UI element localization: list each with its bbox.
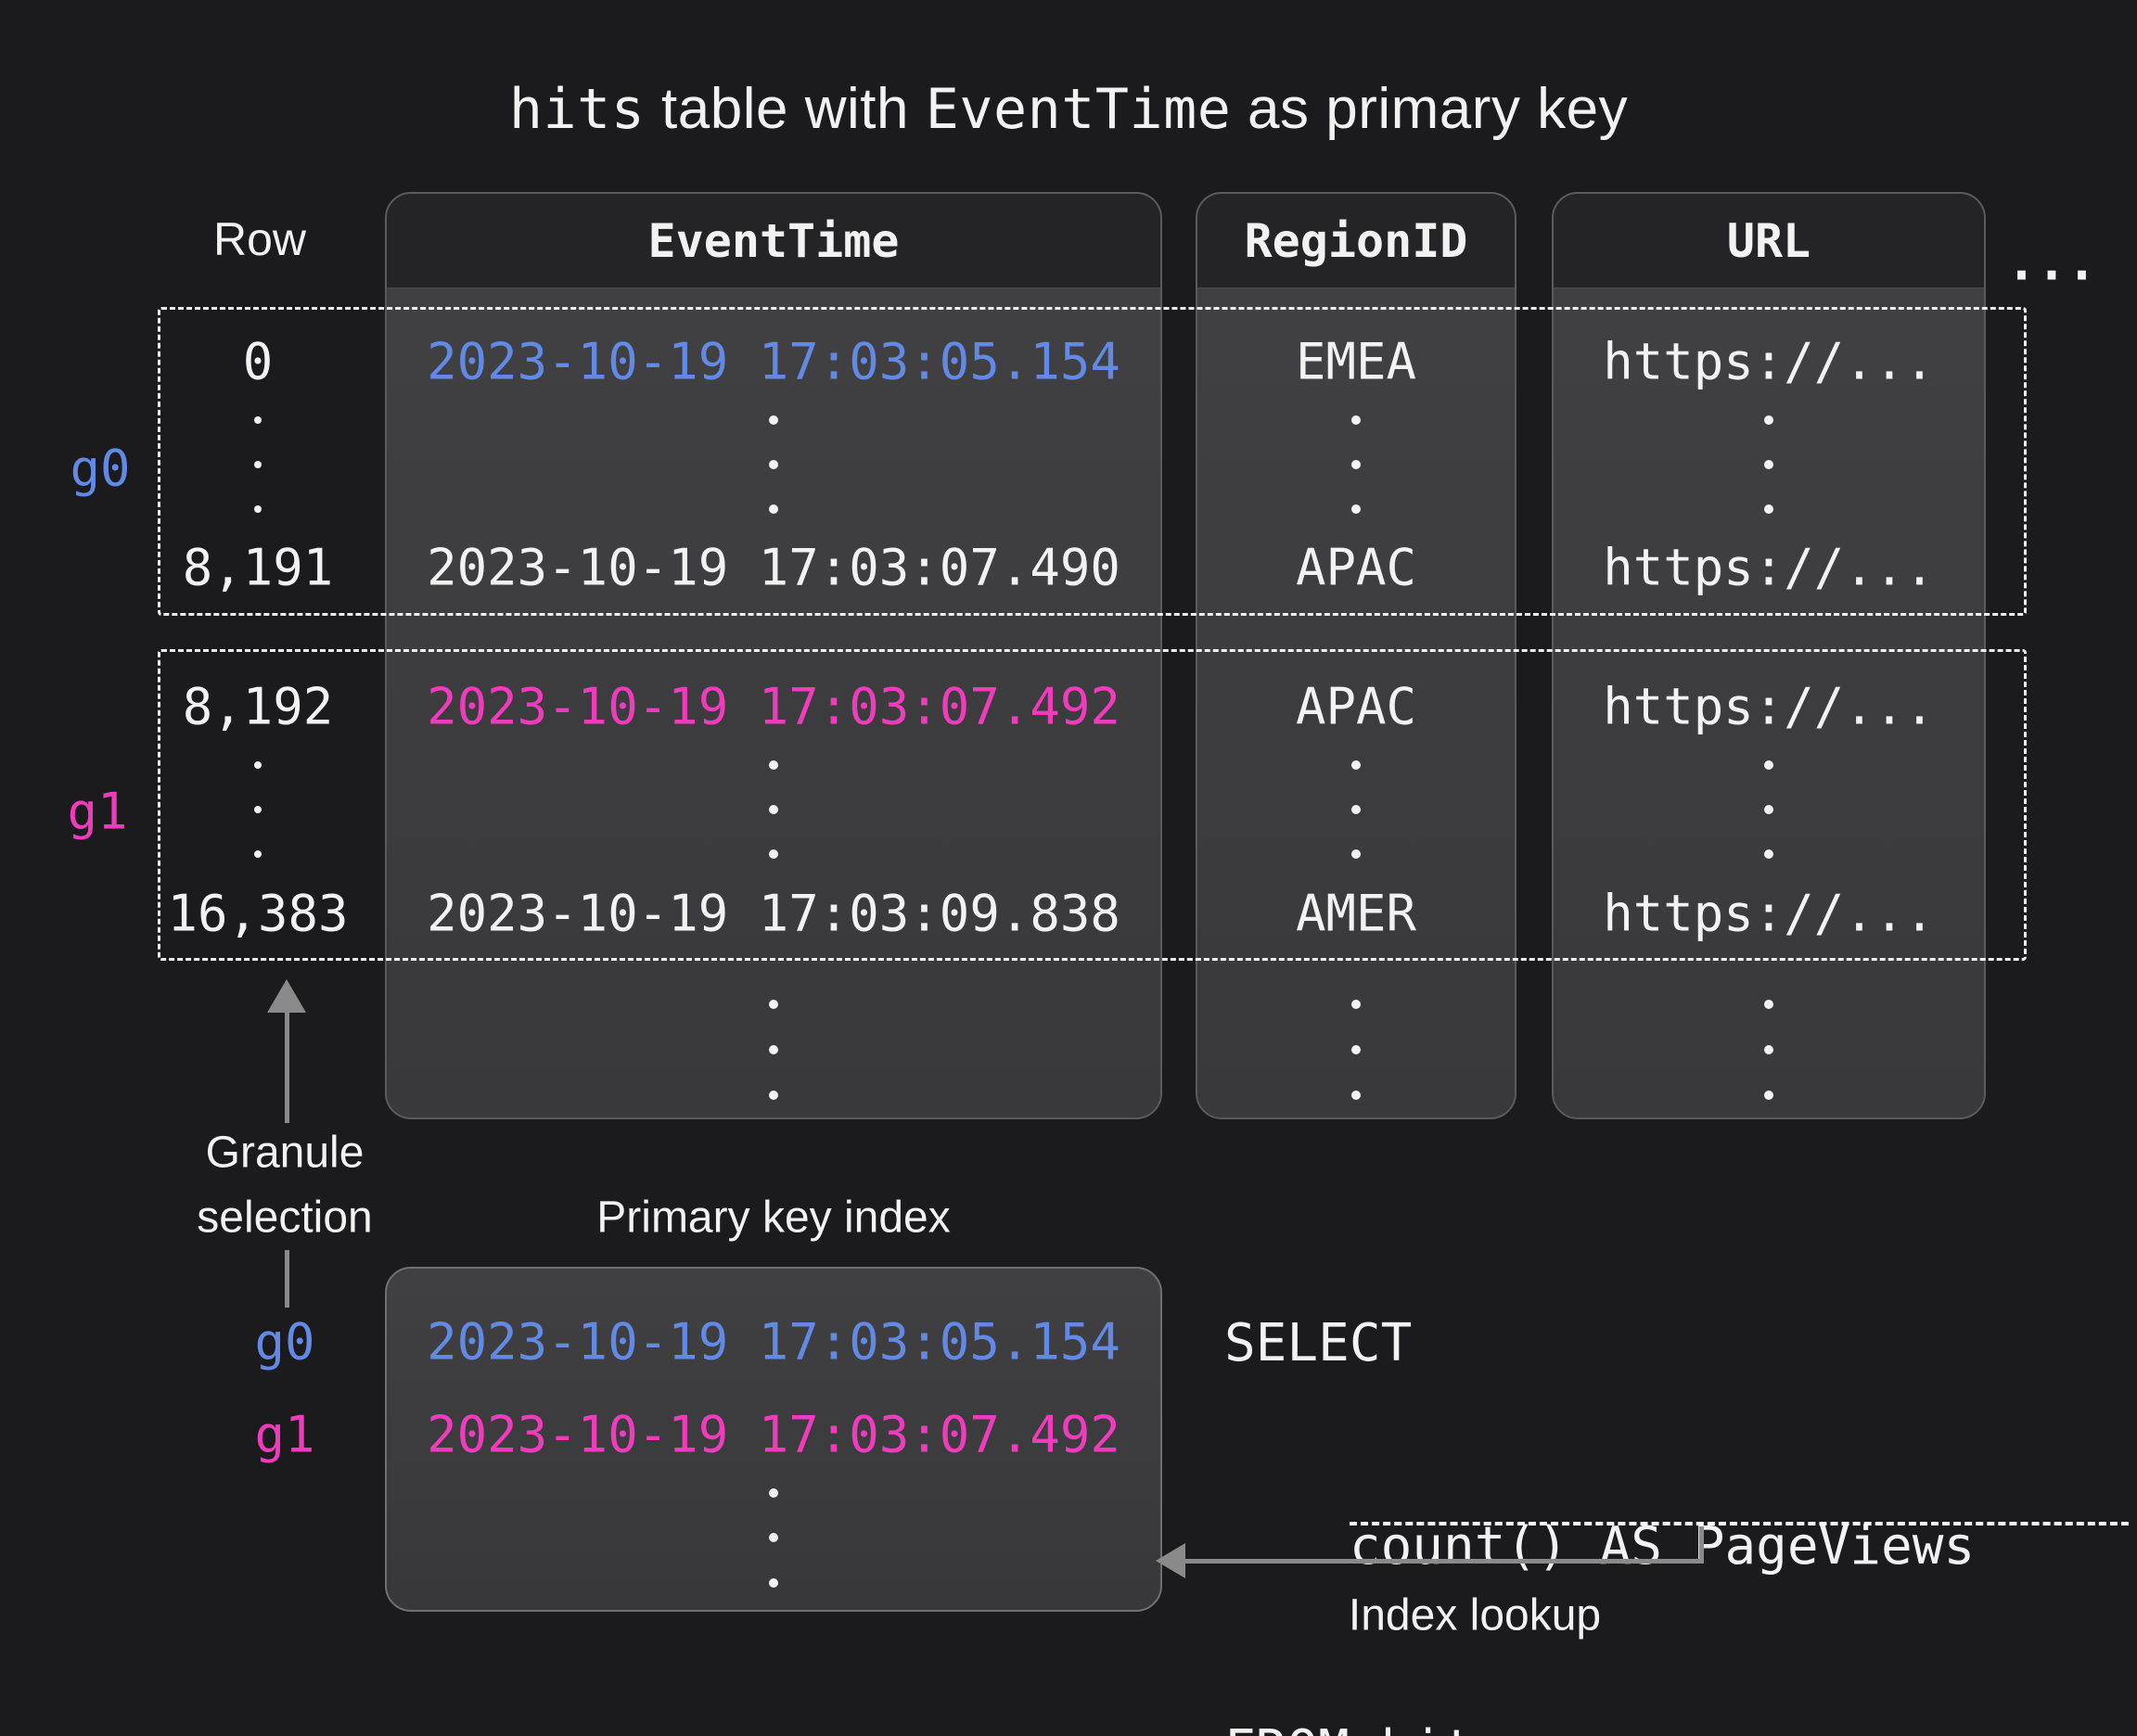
title-code-eventtime: EventTime (926, 77, 1232, 142)
sql-line-select: SELECT (1224, 1309, 2068, 1377)
index-entry-g0-value: 2023-10-19 17:03:05.154 (427, 1313, 1120, 1372)
eventtime-value: 2023-10-19 17:03:07.490 (427, 539, 1120, 597)
index-entry-g0-label: g0 (254, 1313, 314, 1372)
regionid-value: AMER (1296, 885, 1416, 943)
url-value: https://... (1603, 678, 1935, 736)
regionid-column-header: RegionID (1197, 194, 1515, 288)
ellipsis-dot (1764, 1000, 1773, 1009)
index-entry-g1-label: g1 (254, 1406, 314, 1464)
granule-selection-line-lower (285, 1250, 289, 1308)
sql-query: SELECT count() AS PageViews FROM hits WH… (1224, 1174, 2068, 1736)
sql-line-from: FROM hits (1224, 1716, 2068, 1736)
ellipsis-dot (1764, 1091, 1773, 1100)
index-entry-g1-value: 2023-10-19 17:03:07.492 (427, 1406, 1120, 1464)
eventtime-value: 2023-10-19 17:03:07.492 (427, 678, 1120, 736)
url-value: https://... (1603, 539, 1935, 597)
title-tail-text: as primary key (1231, 77, 1628, 141)
eventtime-column-header: EventTime (387, 194, 1160, 288)
row-column-header: Row (213, 212, 306, 266)
primary-key-index-title: Primary key index (596, 1193, 950, 1244)
row-number: 8,192 (183, 678, 334, 736)
url-column-header: URL (1554, 194, 1984, 288)
index-lookup-label: Index lookup (1349, 1590, 1601, 1641)
ellipsis-dot (769, 1533, 778, 1542)
ellipsis-dot (769, 1045, 778, 1054)
diagram-title: hits table with EventTime as primary key (0, 76, 2137, 142)
ellipsis-dot (769, 1488, 778, 1498)
more-columns-ellipsis: ... (2006, 234, 2097, 292)
diagram-canvas: hits table with EventTime as primary key… (0, 0, 2137, 1736)
index-lookup-line-vertical (1699, 1526, 1704, 1563)
url-value: https://... (1603, 885, 1935, 943)
row-number: 16,383 (167, 885, 348, 943)
ellipsis-dot (1351, 1045, 1361, 1054)
granule-g1-label: g1 (67, 783, 127, 841)
ellipsis-dot (1351, 1000, 1361, 1009)
url-value: https://... (1603, 333, 1935, 391)
ellipsis-dot (769, 1000, 778, 1009)
granule-g0-label: g0 (70, 440, 130, 498)
row-number: 8,191 (183, 539, 334, 597)
ellipsis-dot (769, 1578, 778, 1588)
predicate-underline (1350, 1522, 2129, 1525)
ellipsis-dot (769, 1091, 778, 1100)
granule-selection-label-line1: Granule (206, 1128, 365, 1179)
granule-selection-label-line2: selection (197, 1193, 372, 1244)
title-code-hits: hits (509, 77, 646, 142)
granule-selection-line-upper (285, 1011, 289, 1123)
row-number: 0 (243, 333, 274, 391)
regionid-value: APAC (1296, 539, 1416, 597)
eventtime-value: 2023-10-19 17:03:09.838 (427, 885, 1120, 943)
granule-selection-arrowhead-icon (267, 979, 306, 1013)
ellipsis-dot (1764, 1045, 1773, 1054)
regionid-value: APAC (1296, 678, 1416, 736)
regionid-value: EMEA (1296, 333, 1416, 391)
eventtime-value: 2023-10-19 17:03:05.154 (427, 333, 1120, 391)
ellipsis-dot (1351, 1091, 1361, 1100)
index-lookup-arrowhead-icon (1156, 1543, 1185, 1578)
title-mid-text: table with (645, 77, 925, 141)
index-lookup-line-horizontal (1180, 1559, 1704, 1564)
